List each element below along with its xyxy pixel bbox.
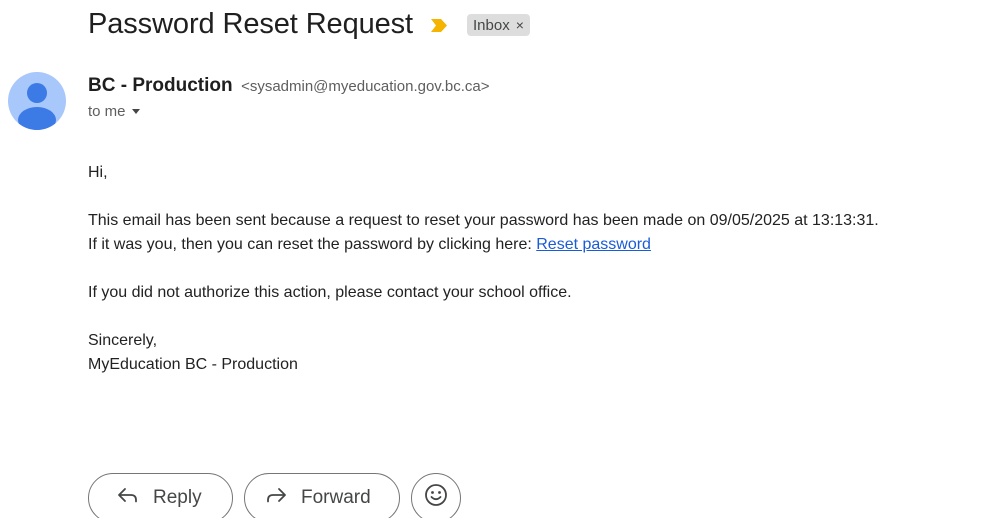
importance-marker-icon[interactable] — [431, 18, 448, 32]
greeting: Hi, — [88, 164, 108, 181]
body-line-3: If you did not authorize this action, pl… — [88, 284, 572, 301]
sender-email: <sysadmin@myeducation.gov.bc.ca> — [241, 78, 490, 95]
reply-label: Reply — [153, 487, 202, 508]
signoff: Sincerely, — [88, 332, 158, 349]
body-line-2: If it was you, then you can reset the pa… — [88, 233, 879, 257]
forward-arrow-icon — [265, 487, 287, 509]
body-line-2-text: If it was you, then you can reset the pa… — [88, 236, 537, 253]
avatar — [8, 72, 66, 130]
emoji-smile-icon — [424, 483, 448, 513]
label-text: Inbox — [473, 16, 510, 34]
sender-name: BC - Production — [88, 75, 233, 96]
person-icon — [18, 83, 56, 130]
body-line-1: This email has been sent because a reque… — [88, 212, 879, 229]
inbox-label-chip: Inbox × — [467, 14, 530, 36]
forward-label: Forward — [301, 487, 371, 508]
email-subject: Password Reset Request — [88, 8, 414, 40]
to-text: to me — [88, 103, 126, 120]
sender-row: BC - Production <sysadmin@myeducation.go… — [88, 74, 489, 99]
signature: MyEducation BC - Production — [88, 356, 298, 373]
email-view: Password Reset Request Inbox × BC - Prod… — [0, 0, 985, 518]
email-body: Hi, This email has been sent because a r… — [88, 161, 879, 377]
recipient-details-toggle[interactable]: to me — [88, 103, 140, 120]
action-bar: Reply Forward — [88, 473, 461, 518]
forward-button[interactable]: Forward — [244, 473, 400, 518]
reply-button[interactable]: Reply — [88, 473, 233, 518]
reset-password-link[interactable]: Reset password — [536, 236, 651, 253]
subject-row: Password Reset Request Inbox × — [88, 4, 530, 44]
reply-arrow-icon — [117, 487, 139, 509]
chevron-down-icon[interactable] — [131, 109, 140, 114]
remove-label-icon[interactable]: × — [516, 17, 524, 33]
emoji-reaction-button[interactable] — [411, 473, 461, 518]
